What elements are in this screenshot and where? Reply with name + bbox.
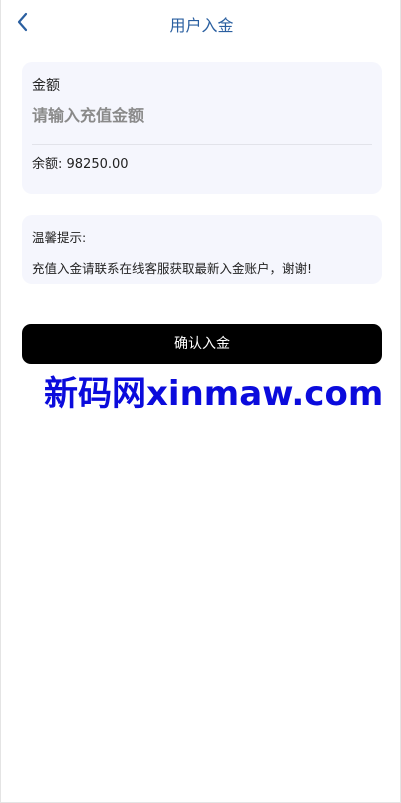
balance-text: 余额: 98250.00 bbox=[32, 157, 129, 172]
amount-card: 金额 余额: 98250.00 bbox=[22, 62, 382, 194]
divider bbox=[32, 144, 372, 145]
tip-card: 温馨提示: 充值入金请联系在线客服获取最新入金账户，谢谢! bbox=[22, 215, 382, 284]
page-title: 用户入金 bbox=[169, 16, 234, 35]
confirm-deposit-button[interactable]: 确认入金 bbox=[22, 324, 382, 364]
tip-text: 充值入金请联系在线客服获取最新入金账户，谢谢! bbox=[32, 261, 313, 276]
tip-title: 温馨提示: bbox=[32, 230, 87, 245]
watermark: 新码网xinmaw.com bbox=[44, 374, 384, 414]
top-bar: 用户入金 bbox=[1, 0, 401, 44]
amount-input[interactable] bbox=[32, 100, 362, 130]
amount-label: 金额 bbox=[32, 78, 60, 94]
deposit-page: 用户入金 金额 余额: 98250.00 温馨提示: 充值入金请联系在线客服获取… bbox=[0, 0, 401, 803]
